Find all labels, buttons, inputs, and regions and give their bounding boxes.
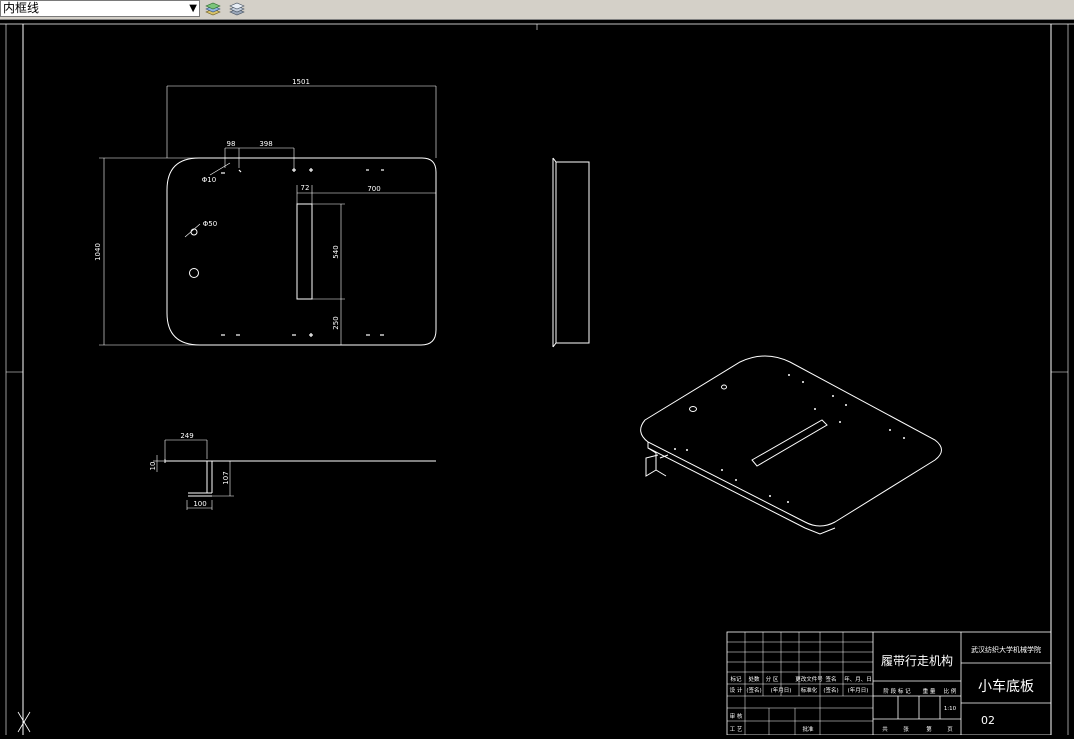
part-name: 小车底板 [978, 678, 1034, 695]
dim-slot-length: 540 [332, 245, 340, 258]
drawing-number: 02 [981, 714, 995, 727]
tb-sheet-total: 共 [882, 725, 888, 733]
tb-sheet-no: 第 [926, 725, 932, 733]
layer-name: 内框线 [3, 1, 40, 15]
dim-profile-thickness: 10 [149, 462, 157, 471]
plate-side-view [552, 157, 590, 348]
tb-scale-value: 1:10 [944, 706, 957, 712]
tb-row2-c6: (年月日) [848, 686, 869, 694]
dim-overall-width: 1501 [292, 78, 310, 86]
dim-offset-b: 398 [259, 140, 272, 148]
tb-row1-c5: 签名 [825, 675, 836, 683]
drawing-canvas[interactable]: 1501 98 398 Φ10 72 700 Φ50 1040 540 250 [0, 19, 1074, 736]
layer-states-icon[interactable] [204, 1, 222, 17]
tb-row1-c4: 更改文件号 [795, 675, 823, 683]
tb-scale-header: 比 例 [944, 687, 957, 695]
tb-row2-c4: 标准化 [801, 686, 818, 694]
tb-row4-c2: 批准 [802, 725, 814, 733]
tb-stage-header: 阶 段 标 记 [883, 687, 911, 695]
tb-row2-c1: 设 计 [730, 686, 743, 694]
dim-profile-height: 107 [222, 471, 230, 484]
plate-dimensions [99, 85, 437, 346]
tb-row4-c1: 工 艺 [730, 726, 743, 733]
dim-profile-base: 100 [193, 500, 206, 508]
dim-hole-dia-b: Φ50 [203, 220, 217, 228]
dim-hole-dia-a: Φ10 [202, 176, 216, 184]
tb-weight-header: 重 量 [923, 687, 936, 695]
layer-properties-icon[interactable] [228, 1, 246, 17]
dim-slot-right: 700 [367, 185, 380, 193]
school-name: 武汉纺织大学机械学院 [971, 645, 1041, 654]
tb-row1-c6: 年、月、日 [844, 675, 872, 683]
tb-row3-label: 审 核 [730, 712, 743, 720]
dim-offset-a: 98 [227, 140, 236, 148]
tb-page-unit: 页 [947, 726, 953, 733]
tb-row2-c5: (签名) [823, 686, 838, 694]
tb-sheet-unit: 张 [903, 725, 909, 733]
layer-dropdown[interactable]: 内框线 ▼ [0, 0, 200, 17]
dim-profile-length: 249 [180, 432, 193, 440]
layer-toolbar: 内框线 ▼ [0, 0, 1074, 20]
tb-row2-c2: (签名) [746, 686, 761, 694]
tb-row1-c3: 分 区 [766, 675, 779, 683]
tb-row2-c3: (年月日) [771, 686, 792, 694]
dim-slot-width: 72 [301, 184, 310, 192]
project-title: 履带行走机构 [881, 653, 953, 668]
plate-isometric-view [640, 355, 942, 535]
dim-overall-height: 1040 [94, 243, 102, 261]
ucs-icon [17, 711, 31, 733]
tb-row1-c2: 处数 [748, 675, 760, 683]
dim-bottom-offset: 250 [332, 316, 340, 329]
tb-row1-c1: 标记 [730, 675, 742, 683]
drawing-frame [0, 23, 1074, 735]
chevron-down-icon[interactable]: ▼ [189, 1, 197, 16]
